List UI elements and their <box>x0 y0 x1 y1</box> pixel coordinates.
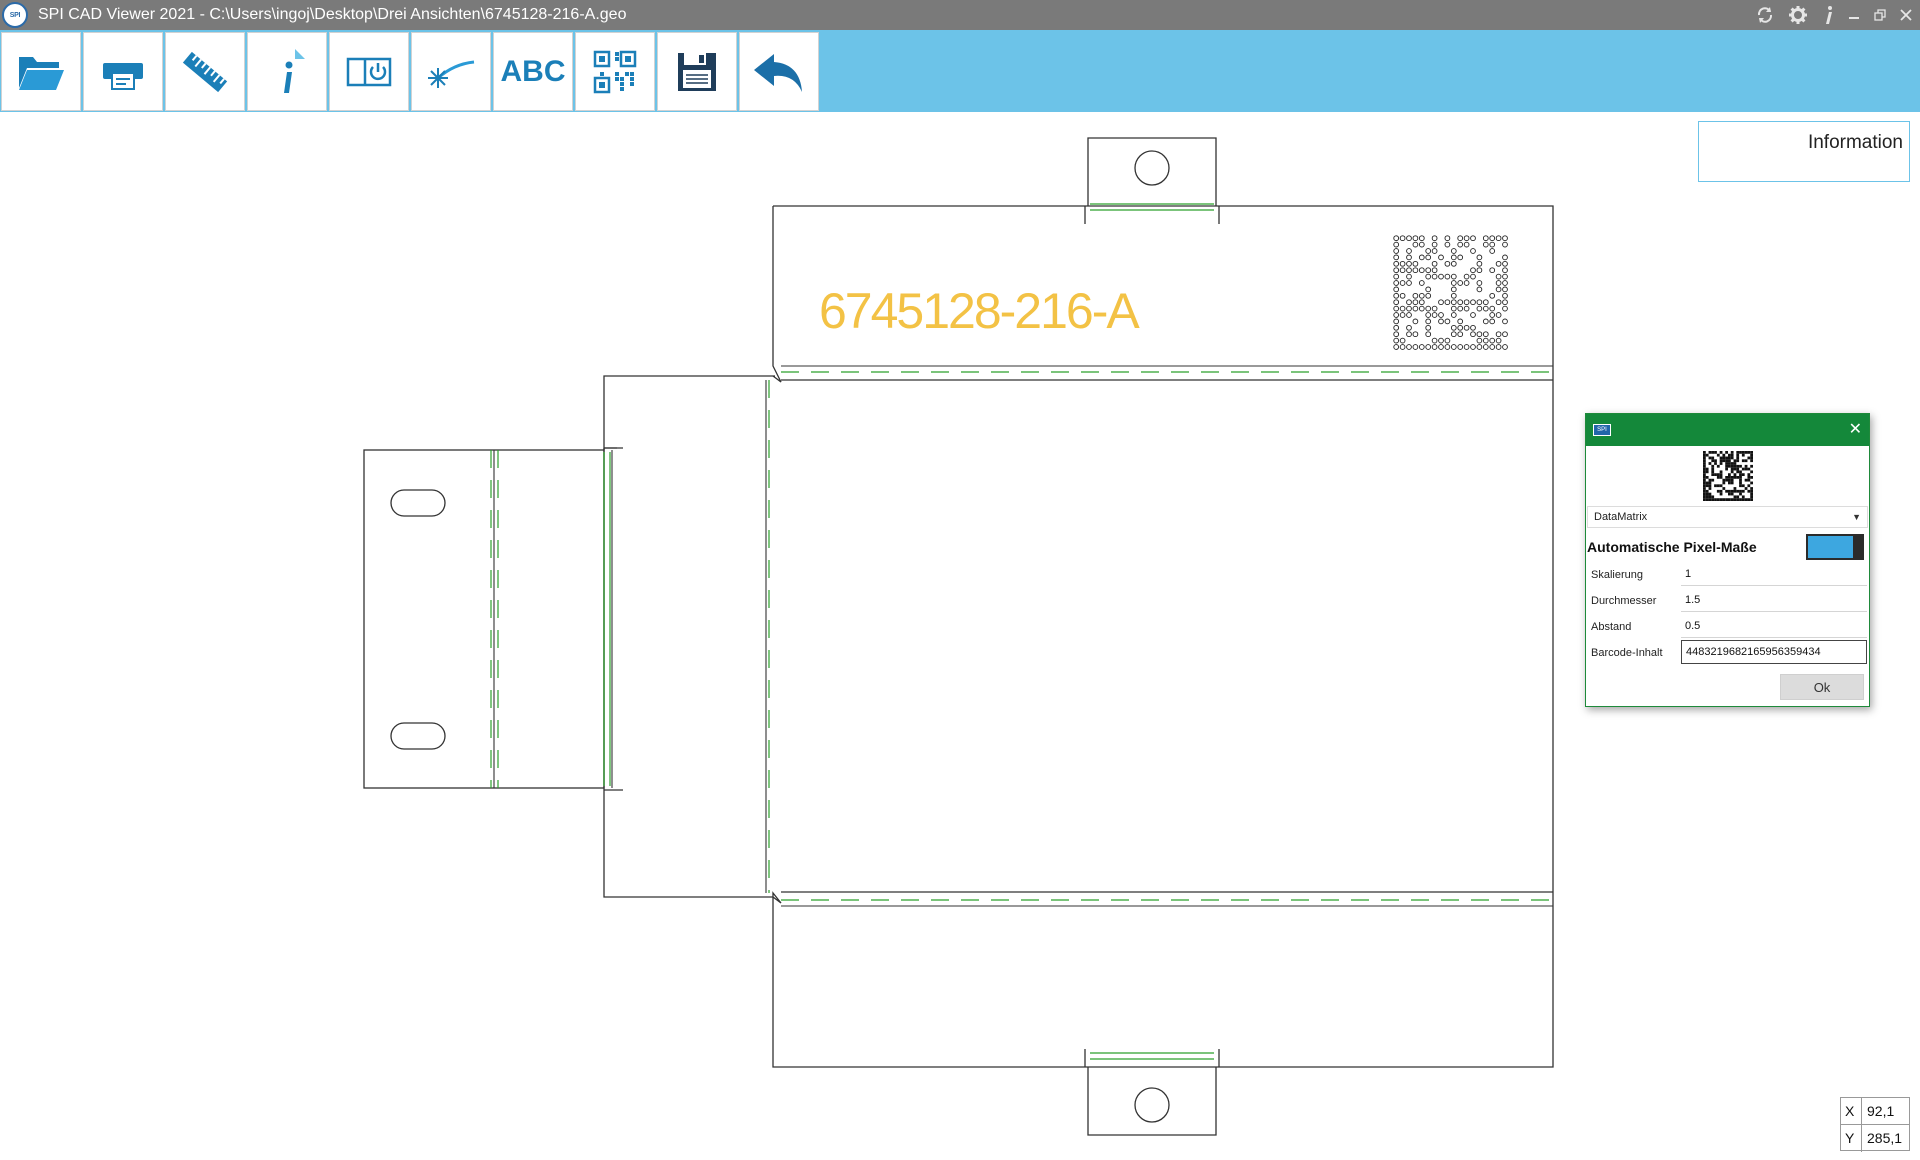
barcode-content-input[interactable] <box>1681 640 1867 664</box>
top-tab-outline <box>1087 137 1217 206</box>
datamatrix-preview-icon <box>1702 451 1753 501</box>
barcode-type-select[interactable]: DataMatrix ▼ <box>1587 506 1868 528</box>
field-row-scaling: Skalierung <box>1586 561 1869 587</box>
auto-pixel-row: Automatische Pixel-Maße <box>1586 531 1869 561</box>
diameter-label: Durchmesser <box>1591 595 1657 607</box>
app-logo-icon: SPI <box>2 2 28 28</box>
open-file-button[interactable] <box>1 32 81 111</box>
power-panel-button[interactable] <box>329 32 409 111</box>
undo-arrow-icon <box>754 53 802 92</box>
refresh-icon[interactable] <box>1756 6 1774 24</box>
diameter-input[interactable] <box>1681 588 1867 612</box>
measure-button[interactable] <box>165 32 245 111</box>
barcode-type-value: DataMatrix <box>1594 511 1648 523</box>
document-info-icon <box>275 48 305 95</box>
auto-pixel-toggle[interactable] <box>1806 534 1864 560</box>
save-button[interactable] <box>657 32 737 111</box>
dialog-header: SPI ✕ <box>1586 414 1869 446</box>
folder-open-icon <box>19 56 64 90</box>
bottom-tab-outline <box>1087 1067 1217 1136</box>
bottom-tab-hole <box>1134 1087 1170 1123</box>
toolbar: ABC <box>0 30 1920 112</box>
title-bar: SPI SPI CAD Viewer 2021 - C:\Users\ingoj… <box>0 0 1920 30</box>
qr-code-icon <box>593 50 637 93</box>
side-flap-outline <box>603 375 775 898</box>
field-row-barcode-content: Barcode-Inhalt <box>1586 639 1869 665</box>
drawing-datamatrix <box>1393 235 1508 350</box>
laser-button[interactable] <box>411 32 491 111</box>
y-coord-label: Y <box>1845 1130 1855 1146</box>
power-panel-icon <box>346 57 392 86</box>
field-row-diameter: Durchmesser <box>1586 587 1869 613</box>
document-info-button[interactable] <box>247 32 327 111</box>
barcode-preview <box>1586 446 1869 506</box>
gear-icon[interactable] <box>1788 5 1808 25</box>
text-button[interactable]: ABC <box>493 32 573 111</box>
text-icon: ABC <box>500 54 566 88</box>
restore-icon[interactable] <box>1874 9 1886 21</box>
barcode-button[interactable] <box>575 32 655 111</box>
dialog-logo-icon: SPI <box>1593 424 1611 436</box>
chevron-down-icon: ▼ <box>1852 512 1861 522</box>
info-icon[interactable] <box>1822 5 1834 25</box>
auto-pixel-label: Automatische Pixel-Maße <box>1587 539 1757 555</box>
spacing-label: Abstand <box>1591 621 1632 633</box>
x-coord-label: X <box>1845 1103 1855 1119</box>
scaling-label: Skalierung <box>1591 569 1643 581</box>
ok-button[interactable]: Ok <box>1780 674 1864 700</box>
scaling-input[interactable] <box>1681 562 1867 586</box>
printer-icon <box>103 62 143 90</box>
barcode-dialog: SPI ✕ DataMatrix ▼ Automatische Pixel-Ma… <box>1585 413 1870 707</box>
save-disk-icon <box>678 52 716 91</box>
laser-icon <box>428 60 475 88</box>
ruler-icon <box>182 51 228 92</box>
left-slot-top <box>390 489 446 517</box>
minimize-icon[interactable] <box>1848 9 1860 21</box>
window-title: SPI CAD Viewer 2021 - C:\Users\ingoj\Des… <box>38 6 627 23</box>
left-slot-bottom <box>390 722 446 750</box>
y-coord-value: 285,1 <box>1867 1130 1903 1146</box>
close-icon[interactable] <box>1900 9 1912 21</box>
dialog-close-icon[interactable]: ✕ <box>1849 419 1862 439</box>
top-tab-hole <box>1134 150 1170 186</box>
barcode-content-label: Barcode-Inhalt <box>1591 647 1663 659</box>
spacing-input[interactable] <box>1681 614 1867 638</box>
undo-button[interactable] <box>739 32 819 111</box>
field-row-spacing: Abstand <box>1586 613 1869 639</box>
x-coord-value: 92,1 <box>1867 1103 1895 1119</box>
coordinate-readout: X 92,1 Y 285,1 <box>1840 1097 1910 1152</box>
part-number-label: 6745128-216-A <box>819 283 1140 339</box>
far-left-flap-outline <box>363 449 605 789</box>
print-button[interactable] <box>83 32 163 111</box>
